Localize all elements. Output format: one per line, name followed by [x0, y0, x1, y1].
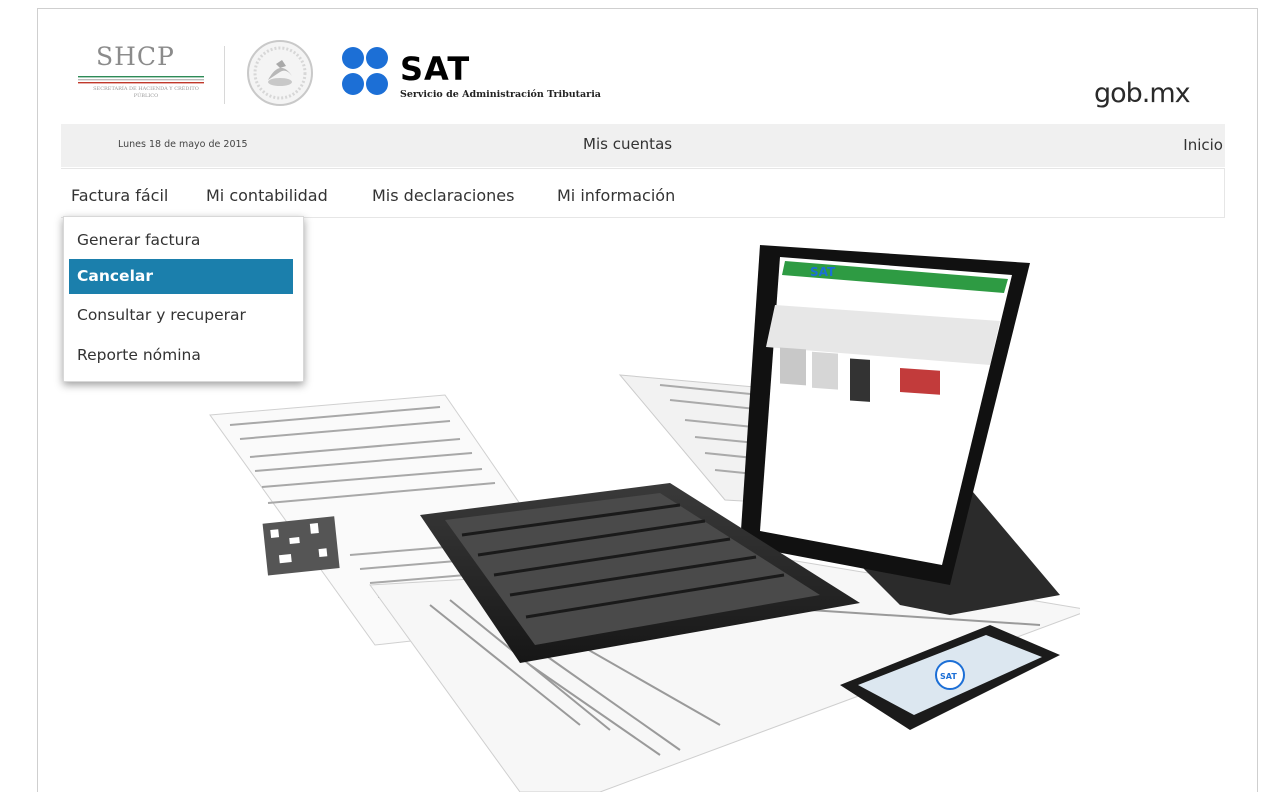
shcp-logo-title: SHCP — [96, 42, 175, 71]
top-bar: Lunes 18 de mayo de 2015 Mis cuentas Ini… — [61, 124, 1225, 167]
shcp-logo-stripes — [78, 76, 204, 84]
sat-logo-title: SAT — [400, 50, 471, 88]
nav-item-mis-declaraciones[interactable]: Mis declaraciones — [372, 186, 514, 205]
nav-item-mi-contabilidad[interactable]: Mi contabilidad — [206, 186, 328, 205]
hero-illustration: SAT SAT — [209, 245, 1080, 792]
shcp-logo-subtitle: SECRETARÍA DE HACIENDA Y CRÉDITO PÚBLICO — [93, 86, 199, 99]
nav-item-factura-facil[interactable]: Factura fácil — [71, 186, 168, 205]
menu-item-cancelar[interactable]: Cancelar — [69, 259, 293, 294]
sat-logo-icon[interactable] — [340, 46, 396, 98]
menu-item-consultar-y-recuperar[interactable]: Consultar y recuperar — [69, 298, 293, 333]
national-seal-icon — [247, 40, 313, 106]
home-link[interactable]: Inicio — [1183, 136, 1223, 154]
sat-logo-subtitle: Servicio de Administración Tributaria — [400, 89, 601, 100]
menu-item-generar-factura[interactable]: Generar factura — [69, 223, 293, 258]
nav-item-mi-informacion[interactable]: Mi información — [557, 186, 675, 205]
menu-item-reporte-nomina[interactable]: Reporte nómina — [69, 338, 293, 373]
page-title: Mis cuentas — [583, 135, 673, 153]
shcp-logo[interactable]: SHCP SECRETARÍA DE HACIENDA Y CRÉDITO PÚ… — [78, 42, 206, 104]
logo-divider — [224, 46, 225, 104]
current-date: Lunes 18 de mayo de 2015 — [118, 139, 248, 150]
factura-facil-dropdown: Generar factura Cancelar Consultar y rec… — [63, 216, 304, 382]
tablet-screen-logo: SAT — [810, 265, 836, 279]
phone-screen-logo: SAT — [940, 672, 957, 681]
main-nav: Factura fácil Mi contabilidad Mis declar… — [61, 168, 1225, 218]
gob-mx-logo[interactable]: gob.mx — [1094, 78, 1191, 109]
